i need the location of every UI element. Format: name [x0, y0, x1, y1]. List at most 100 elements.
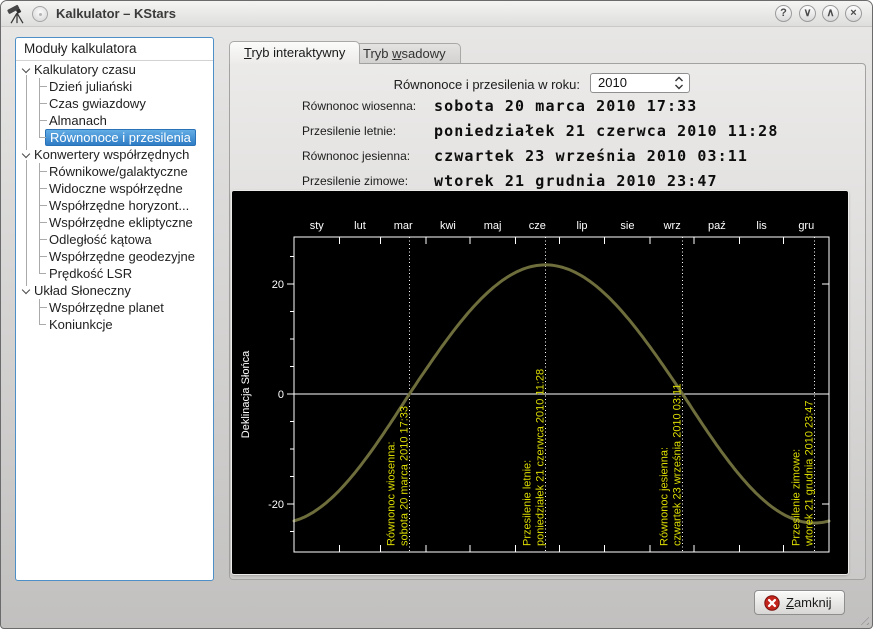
event-date-annotation-2: czwartek 23 września 2010 03:11 [672, 384, 684, 546]
result-value: poniedziałek 21 czerwca 2010 11:28 [434, 122, 778, 140]
month-label-lip: lip [577, 220, 588, 232]
result-row-spring: Równonoc wiosenna:sobota 20 marca 2010 1… [302, 97, 697, 115]
year-value: 2010 [598, 74, 627, 92]
declination-plot-svg: stylutmarkwimajczelipsiewrzpaźlisgru-200… [232, 191, 848, 574]
result-label: Równonoc jesienna: [302, 149, 434, 163]
tree-item-rownonoce-i-przesilenia[interactable]: Równonoce i przesilenia [16, 129, 213, 146]
resize-grip[interactable] [857, 613, 869, 625]
tree-item-wspolrzedne-horyzont[interactable]: Współrzędne horyzont... [16, 197, 213, 214]
tree-item-wspolrzedne-planet[interactable]: Współrzędne planet [16, 299, 213, 316]
tree-item-dzien-julianski[interactable]: Dzień juliański [16, 78, 213, 95]
result-label: Równonoc wiosenna: [302, 99, 434, 113]
tree-item-label: Konwertery współrzędnych [34, 146, 189, 163]
result-value: sobota 20 marca 2010 17:33 [434, 97, 697, 115]
titlebar-menu-button[interactable] [32, 6, 48, 22]
event-name-annotation-3: Przesilenie zimowe: [790, 449, 802, 546]
tree-item-uklad-sloneczny[interactable]: Układ Słoneczny [16, 282, 213, 299]
month-label-mar: mar [394, 220, 413, 232]
tree-item-label: Prędkość LSR [49, 265, 132, 282]
tree-item-label: Równonoce i przesilenia [45, 129, 196, 146]
y-tick-label-0: 0 [278, 389, 284, 401]
tree-item-odleglosc-katowa[interactable]: Odległość kątowa [16, 231, 213, 248]
event-name-annotation-1: Przesilenie letnie: [521, 460, 533, 546]
tree-branch-line [39, 197, 47, 214]
tree-item-label: Współrzędne geodezyjne [49, 248, 195, 265]
window-close-button[interactable]: × [845, 5, 862, 22]
tree-item-konwertery-wspolrzednych[interactable]: Konwertery współrzędnych [16, 146, 213, 163]
module-tree: Kalkulatory czasuDzień juliańskiCzas gwi… [16, 61, 213, 333]
year-label: Równonoce i przesilenia w roku: [230, 77, 580, 92]
expander-icon[interactable] [21, 286, 31, 296]
module-list-header: Moduły kalkulatora [16, 38, 213, 61]
tree-item-czas-gwiazdowy[interactable]: Czas gwiazdowy [16, 95, 213, 112]
tree-item-kalkulatory-czasu[interactable]: Kalkulatory czasu [16, 61, 213, 78]
tree-item-wspolrzedne-ekliptyczne[interactable]: Współrzędne ekliptyczne [16, 214, 213, 231]
tree-branch-line [39, 163, 47, 180]
tree-item-label: Czas gwiazdowy [49, 95, 146, 112]
close-button[interactable]: Zamknij [754, 590, 845, 615]
tree-item-label: Równikowe/galaktyczne [49, 163, 188, 180]
close-button-label: Zamknij [786, 595, 832, 610]
tree-branch-line [39, 129, 47, 146]
tree-branch-line [39, 78, 47, 95]
tree-item-almanach[interactable]: Almanach [16, 112, 213, 129]
tree-item-label: Współrzędne horyzont... [49, 197, 189, 214]
tree-branch-line [39, 180, 47, 197]
month-label-wrz: wrz [663, 220, 681, 232]
month-label-gru: gru [798, 220, 814, 232]
close-dialog-icon [764, 595, 780, 611]
result-row-winter: Przesilenie zimowe:wtorek 21 grudnia 201… [302, 172, 718, 190]
window-title: Kalkulator – KStars [56, 6, 176, 21]
tree-branch-line [39, 112, 47, 129]
tree-branch-line [39, 214, 47, 231]
tree-item-widoczne-wspolrzedne[interactable]: Widoczne współrzędne [16, 180, 213, 197]
month-label-cze: cze [529, 220, 546, 232]
tree-item-label: Współrzędne ekliptyczne [49, 214, 193, 231]
result-label: Przesilenie zimowe: [302, 174, 434, 188]
event-date-annotation-0: sobota 20 marca 2010 17:33 [398, 406, 410, 546]
spinner-arrows-icon[interactable] [674, 76, 684, 95]
month-label-sie: sie [620, 220, 634, 232]
tree-item-label: Kalkulatory czasu [34, 61, 136, 78]
expander-icon[interactable] [21, 65, 31, 75]
month-label-kwi: kwi [440, 220, 456, 232]
tree-branch-line [39, 265, 47, 282]
result-value: wtorek 21 grudnia 2010 23:47 [434, 172, 718, 190]
tree-item-wspolrzedne-geodezyjne[interactable]: Współrzędne geodezyjne [16, 248, 213, 265]
plot-frame [294, 237, 829, 552]
event-date-annotation-3: wtorek 21 grudnia 2010 23:47 [803, 400, 815, 547]
tree-item-label: Almanach [49, 112, 107, 129]
interactive-mode-panel: Równonoce i przesilenia w roku: 2010 Rów… [229, 63, 866, 580]
help-button[interactable]: ? [775, 5, 792, 22]
tree-item-predkosc-lsr[interactable]: Prędkość LSR [16, 265, 213, 282]
titlebar[interactable]: Kalkulator – KStars ? ∨ ∧ × [1, 1, 872, 27]
expander-icon[interactable] [21, 150, 31, 160]
y-axis-title: Deklinacja Słońca [240, 350, 252, 438]
tree-branch-line [39, 248, 47, 265]
tab-batch-mode[interactable]: Tryb wsadowy [348, 43, 461, 64]
tree-item-label: Koniunkcje [49, 316, 113, 333]
tree-item-label: Układ Słoneczny [34, 282, 131, 299]
declination-plot: stylutmarkwimajczelipsiewrzpaźlisgru-200… [232, 191, 848, 574]
month-label-paź: paź [708, 220, 726, 232]
event-name-annotation-2: Równonoc jesienna: [659, 447, 671, 546]
result-value: czwartek 23 września 2010 03:11 [434, 147, 748, 165]
keep-above-button[interactable]: ∧ [822, 5, 839, 22]
telescope-app-icon [6, 3, 28, 25]
year-spinbox[interactable]: 2010 [590, 73, 690, 93]
event-name-annotation-0: Równonoc wiosenna: [385, 441, 397, 546]
month-label-lut: lut [354, 220, 366, 232]
tab-interactive-mode[interactable]: Tryb interaktywny [229, 41, 360, 64]
shade-button[interactable]: ∨ [799, 5, 816, 22]
tree-item-koniunkcje[interactable]: Koniunkcje [16, 316, 213, 333]
result-label: Przesilenie letnie: [302, 124, 434, 138]
tree-item-label: Odległość kątowa [49, 231, 152, 248]
kstars-calculator-window: Kalkulator – KStars ? ∨ ∧ × Moduły kalku… [0, 0, 873, 629]
tree-branch-line [39, 231, 47, 248]
month-label-lis: lis [756, 220, 767, 232]
tree-branch-line [39, 316, 47, 333]
tree-item-label: Współrzędne planet [49, 299, 164, 316]
y-tick-label--20: -20 [268, 499, 284, 511]
tree-item-rownikowe-galaktyczne[interactable]: Równikowe/galaktyczne [16, 163, 213, 180]
module-list-panel: Moduły kalkulatora Kalkulatory czasuDzie… [15, 37, 214, 581]
